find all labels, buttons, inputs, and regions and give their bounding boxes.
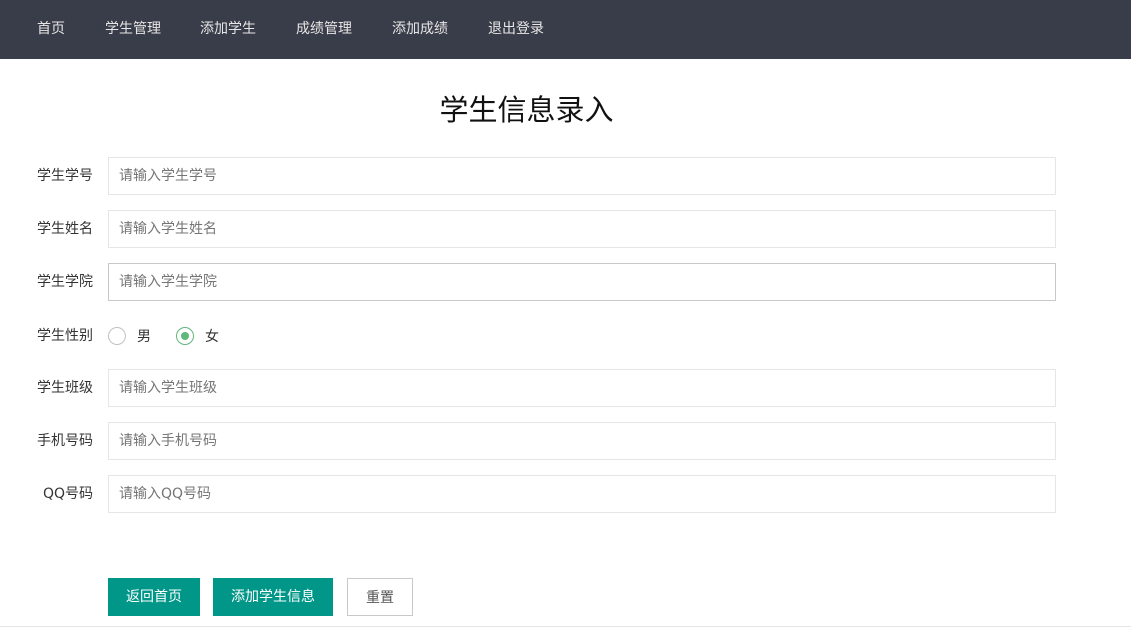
student-class-label: 学生班级 bbox=[37, 380, 93, 396]
gender-option-label: 女 bbox=[205, 329, 219, 345]
student-gender-label: 学生性别 bbox=[37, 328, 93, 344]
nav-item-add-student[interactable]: 添加学生 bbox=[200, 0, 256, 59]
top-navigation-bar: 首页 学生管理 添加学生 成绩管理 添加成绩 退出登录 bbox=[0, 0, 1131, 59]
student-college-label: 学生学院 bbox=[37, 274, 93, 290]
student-name-label: 学生姓名 bbox=[37, 221, 93, 237]
back-home-button[interactable]: 返回首页 bbox=[108, 578, 200, 616]
qq-label: QQ号码 bbox=[42, 486, 93, 502]
phone-label: 手机号码 bbox=[37, 433, 93, 449]
gender-radio-male[interactable]: 男 bbox=[108, 324, 151, 348]
student-college-input[interactable] bbox=[108, 263, 1056, 301]
nav-item-add-score[interactable]: 添加成绩 bbox=[392, 0, 448, 59]
qq-input[interactable] bbox=[108, 475, 1056, 513]
nav-item-home[interactable]: 首页 bbox=[37, 0, 65, 59]
nav-item-student-management[interactable]: 学生管理 bbox=[105, 0, 161, 59]
nav-item-logout[interactable]: 退出登录 bbox=[488, 0, 544, 59]
radio-checked-icon bbox=[176, 327, 194, 345]
add-student-button[interactable]: 添加学生信息 bbox=[213, 578, 333, 616]
footer-divider bbox=[0, 626, 1131, 627]
phone-input[interactable] bbox=[108, 422, 1056, 460]
student-class-input[interactable] bbox=[108, 369, 1056, 407]
student-name-input[interactable] bbox=[108, 210, 1056, 248]
radio-unchecked-icon bbox=[108, 327, 126, 345]
nav-item-score-management[interactable]: 成绩管理 bbox=[296, 0, 352, 59]
page-title: 学生信息录入 bbox=[439, 93, 614, 127]
student-id-input[interactable] bbox=[108, 157, 1056, 195]
gender-radio-female[interactable]: 女 bbox=[176, 324, 219, 348]
reset-button[interactable]: 重置 bbox=[347, 578, 413, 616]
gender-option-label: 男 bbox=[137, 329, 151, 345]
student-id-label: 学生学号 bbox=[37, 168, 93, 184]
